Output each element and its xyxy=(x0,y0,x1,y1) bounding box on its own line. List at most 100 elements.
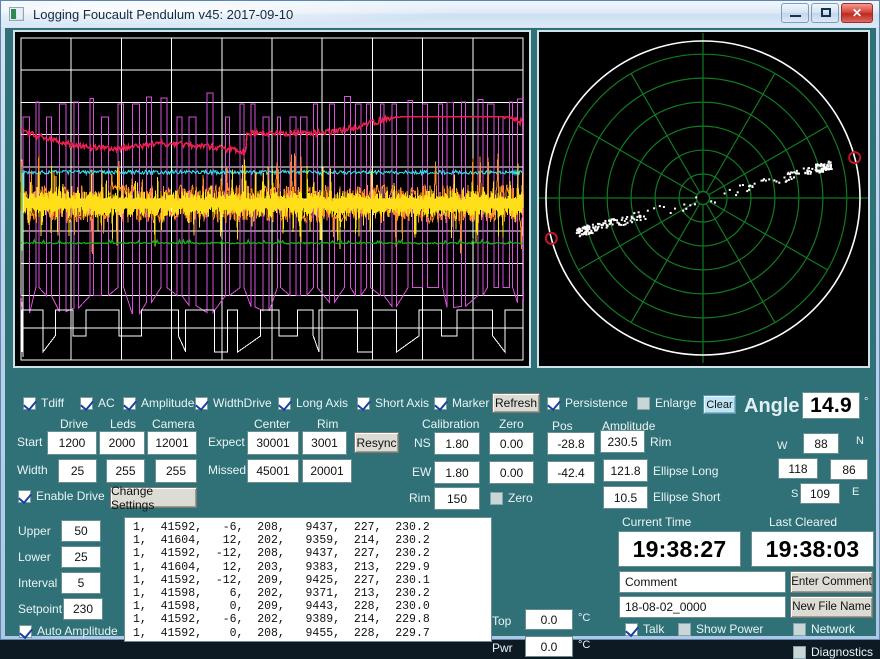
change-settings-button[interactable]: Change Settings xyxy=(110,487,197,508)
rim-calibration-input[interactable]: 150 xyxy=(434,487,480,510)
checkbox-persistence[interactable]: Persistence xyxy=(547,396,628,410)
log-list[interactable]: 1, 41592, -6, 208, 9437, 227, 230.2 1, 41… xyxy=(124,517,492,642)
label-ew: EW xyxy=(412,465,431,479)
top-temp-input[interactable]: 0.0 xyxy=(525,609,573,630)
header-rim: Rim xyxy=(317,417,338,431)
checkbox-widthdrive-box xyxy=(195,397,208,410)
width-drive-input[interactable]: 25 xyxy=(58,459,97,483)
upper-input[interactable]: 50 xyxy=(61,520,101,542)
header-zero: Zero xyxy=(499,417,524,431)
checkbox-tdiff[interactable]: Tdiff xyxy=(23,396,64,410)
expect-center-input[interactable]: 30001 xyxy=(247,431,299,455)
app-window: Logging Foucault Pendulum v45: 2017-09-1… xyxy=(0,0,880,640)
minimize-button[interactable] xyxy=(781,3,809,23)
interval-input[interactable]: 5 xyxy=(61,572,101,594)
checkbox-auto-amplitude[interactable]: Auto Amplitude xyxy=(19,624,118,638)
clear-button[interactable]: Clear xyxy=(703,395,736,414)
start-leds-input[interactable]: 2000 xyxy=(99,431,145,455)
enter-comment-button[interactable]: Enter Comment xyxy=(790,571,873,593)
checkbox-show-power-box xyxy=(678,623,691,636)
comment-input[interactable]: Comment xyxy=(619,571,786,593)
compass-north-input[interactable]: 88 xyxy=(803,433,839,454)
minimize-icon xyxy=(790,15,801,17)
refresh-button[interactable]: Refresh xyxy=(492,393,540,413)
expect-rim-input[interactable]: 3001 xyxy=(302,431,347,455)
app-icon xyxy=(9,7,24,21)
degree-symbol: ° xyxy=(864,396,868,408)
compass-west-input[interactable]: 118 xyxy=(778,458,818,479)
ew-zero-input[interactable]: 0.00 xyxy=(489,461,534,484)
checkbox-ac-box xyxy=(80,397,93,410)
polar-chart[interactable] xyxy=(537,30,870,368)
checkbox-persistence-box xyxy=(547,397,560,410)
log-row: 1, 41592, -6, 208, 9437, 227, 230.2 xyxy=(125,521,491,534)
checkbox-enlarge-box xyxy=(637,397,650,410)
width-leds-input[interactable]: 255 xyxy=(106,459,145,483)
angle-label: Angle xyxy=(744,395,800,418)
checkbox-long-axis[interactable]: Long Axis xyxy=(278,396,348,410)
checkbox-zero[interactable]: Zero xyxy=(490,491,533,505)
log-row: 1, 41592, -12, 208, 9437, 227, 230.2 xyxy=(125,547,491,560)
checkbox-enable-drive[interactable]: Enable Drive xyxy=(18,489,105,503)
filename-input[interactable]: 18-08-02_0000 xyxy=(619,596,786,618)
checkbox-talk-label: Talk xyxy=(643,622,664,636)
label-rim-amplitude: Rim xyxy=(650,435,671,449)
rim-amplitude-input[interactable]: 10.5 xyxy=(603,486,648,509)
window-title: Logging Foucault Pendulum v45: 2017-09-1… xyxy=(33,5,293,25)
ew-pos-input[interactable]: -42.4 xyxy=(547,461,595,484)
missed-rim-input[interactable]: 20001 xyxy=(302,459,352,483)
checkbox-enable-drive-label: Enable Drive xyxy=(36,489,105,503)
timeseries-chart[interactable] xyxy=(13,30,531,368)
client-area: Tdiff AC Amplitude WidthDrive Long Axis … xyxy=(5,28,876,636)
compass-east-input[interactable]: 86 xyxy=(830,459,868,480)
new-file-name-button[interactable]: New File Name xyxy=(790,596,873,618)
checkbox-zero-box xyxy=(490,492,503,505)
ns-calibration-input[interactable]: 1.80 xyxy=(434,432,480,455)
label-start: Start xyxy=(17,435,42,449)
header-center: Center xyxy=(254,417,290,431)
start-drive-input[interactable]: 1200 xyxy=(47,431,97,455)
ew-calibration-input[interactable]: 1.80 xyxy=(434,461,480,484)
label-upper: Upper xyxy=(18,524,51,538)
checkbox-talk[interactable]: Talk xyxy=(625,622,664,636)
checkbox-auto-amplitude-box xyxy=(19,625,32,638)
ns-zero-input[interactable]: 0.00 xyxy=(489,432,534,455)
resync-button[interactable]: Resync xyxy=(354,432,399,453)
width-camera-input[interactable]: 255 xyxy=(155,459,197,483)
ew-amplitude-input[interactable]: 121.8 xyxy=(603,459,648,482)
ns-pos-input[interactable]: -28.8 xyxy=(547,432,595,455)
compass-south-input[interactable]: 109 xyxy=(800,483,840,504)
angle-value: 14.9 xyxy=(802,392,860,419)
checkbox-amplitude[interactable]: Amplitude xyxy=(123,396,194,410)
checkbox-persistence-label: Persistence xyxy=(565,396,628,410)
checkbox-enlarge[interactable]: Enlarge xyxy=(637,396,696,410)
checkbox-enlarge-label: Enlarge xyxy=(655,396,696,410)
pwr-temp-unit: °C xyxy=(578,639,590,651)
log-row: 1, 41604, 12, 203, 9383, 213, 229.9 xyxy=(125,561,491,574)
checkbox-show-power[interactable]: Show Power xyxy=(678,622,763,636)
checkbox-amplitude-box xyxy=(123,397,136,410)
checkbox-show-power-label: Show Power xyxy=(696,622,763,636)
checkbox-network[interactable]: Network xyxy=(793,622,855,636)
lower-input[interactable]: 25 xyxy=(61,546,101,568)
checkbox-widthdrive-label: WidthDrive xyxy=(213,396,272,410)
checkbox-diagnostics-box xyxy=(793,646,806,659)
log-row: 1, 41592, -6, 202, 9389, 214, 229.8 xyxy=(125,613,491,626)
checkbox-widthdrive[interactable]: WidthDrive xyxy=(195,396,272,410)
close-button[interactable]: ✕ xyxy=(841,3,873,23)
checkbox-ac[interactable]: AC xyxy=(80,396,115,410)
setpoint-input[interactable]: 230 xyxy=(63,598,103,620)
checkbox-marker[interactable]: Marker xyxy=(434,396,489,410)
start-camera-input[interactable]: 12001 xyxy=(147,431,197,455)
checkbox-diagnostics[interactable]: Diagnostics xyxy=(793,645,873,659)
compass-label-e: E xyxy=(852,486,859,498)
ns-amplitude-input[interactable]: 230.5 xyxy=(600,430,645,453)
maximize-button[interactable] xyxy=(811,3,839,23)
header-pos: Pos xyxy=(552,419,573,433)
checkbox-tdiff-box xyxy=(23,397,36,410)
pwr-temp-input[interactable]: 0.0 xyxy=(525,636,573,657)
checkbox-short-axis[interactable]: Short Axis xyxy=(357,396,429,410)
missed-center-input[interactable]: 45001 xyxy=(247,459,299,483)
log-row: 1, 41598, 0, 209, 9443, 228, 230.0 xyxy=(125,600,491,613)
checkbox-auto-amplitude-label: Auto Amplitude xyxy=(37,624,118,638)
